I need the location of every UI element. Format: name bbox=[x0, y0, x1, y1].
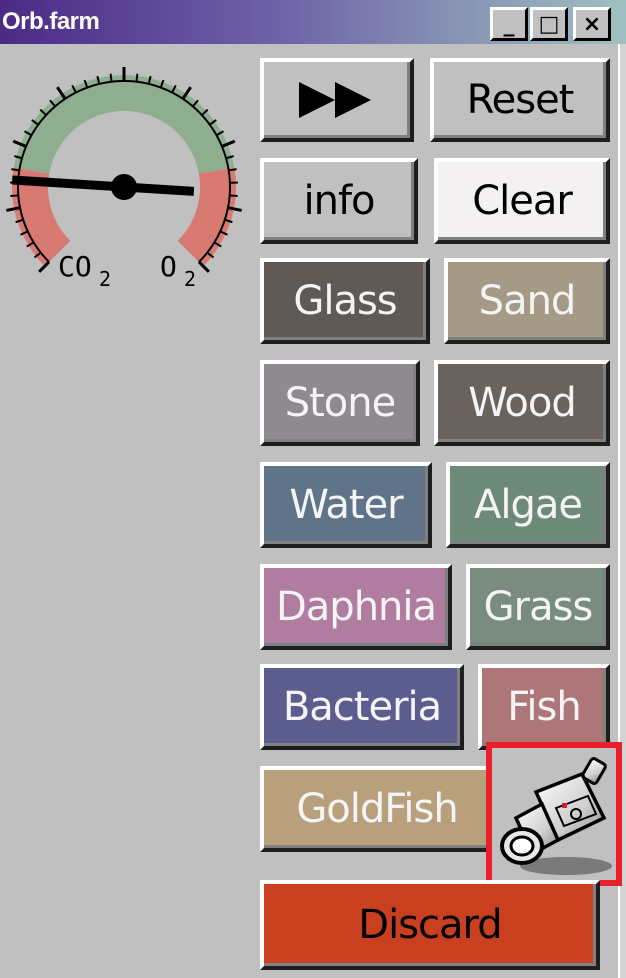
minimize-button[interactable]: _ bbox=[490, 7, 528, 41]
goldfish-button[interactable]: GoldFish bbox=[260, 766, 494, 852]
gauge-right-label: O bbox=[160, 250, 177, 283]
co2-o2-gauge: CO 2 O 2 bbox=[6, 67, 242, 291]
fish-button[interactable]: Fish bbox=[478, 664, 610, 750]
gauge-tick bbox=[135, 73, 139, 82]
window-title: Orb.farm bbox=[2, 8, 100, 35]
wood-button[interactable]: Wood bbox=[434, 360, 610, 446]
gauge-balance-zone bbox=[13, 75, 235, 175]
gauge-tick bbox=[228, 168, 237, 172]
water-button[interactable]: Water bbox=[260, 462, 432, 548]
close-button[interactable]: × bbox=[573, 7, 611, 41]
info-button[interactable]: info bbox=[260, 158, 418, 244]
daphnia-button[interactable]: Daphnia bbox=[260, 564, 452, 650]
fast-forward-button[interactable] bbox=[260, 58, 414, 142]
discard-button[interactable]: Discard bbox=[260, 880, 600, 970]
gauge-hub bbox=[111, 174, 137, 200]
gauge-tick bbox=[11, 168, 20, 172]
sand-button[interactable]: Sand bbox=[444, 258, 610, 344]
camera-button[interactable] bbox=[486, 742, 622, 886]
clear-button[interactable]: Clear bbox=[434, 158, 610, 244]
glass-button[interactable]: Glass bbox=[260, 258, 430, 344]
gauge-right-subscript: 2 bbox=[184, 267, 196, 291]
gauge-left-subscript: 2 bbox=[99, 267, 111, 291]
gauge-tick bbox=[109, 73, 113, 82]
bacteria-button[interactable]: Bacteria bbox=[260, 664, 464, 750]
video-camera-icon bbox=[500, 757, 612, 875]
fast-forward-icon bbox=[299, 82, 371, 118]
title-bar[interactable]: Orb.farm _ □ × bbox=[0, 0, 626, 44]
stone-button[interactable]: Stone bbox=[260, 360, 420, 446]
grass-button[interactable]: Grass bbox=[466, 564, 610, 650]
gauge-tick bbox=[10, 194, 19, 197]
maximize-button[interactable]: □ bbox=[530, 7, 568, 41]
gauge-tick bbox=[229, 194, 238, 197]
gauge-left-label: CO bbox=[58, 250, 92, 283]
reset-button[interactable]: Reset bbox=[430, 58, 610, 142]
gauge-o2-zone bbox=[177, 167, 236, 267]
algae-button[interactable]: Algae bbox=[446, 462, 610, 548]
